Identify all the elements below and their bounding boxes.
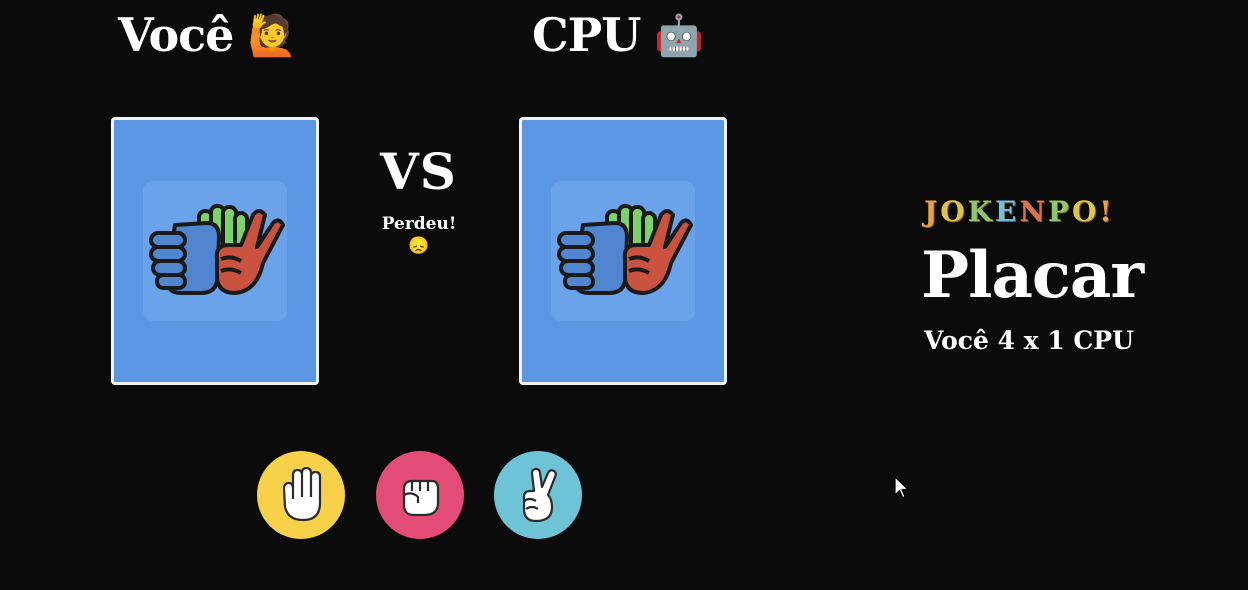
cpu-card-inner	[551, 181, 695, 321]
player-card	[111, 117, 319, 385]
logo-letter: N	[1019, 195, 1048, 228]
logo-letter: E	[994, 195, 1020, 228]
result-text: Perdeu!	[381, 214, 457, 234]
logo-letter: !	[1099, 195, 1115, 228]
logo-letter: J	[924, 195, 941, 228]
victory-hand-icon	[522, 467, 557, 523]
scoreboard-title: Placar	[921, 238, 1144, 313]
score-text: Você 4 x 1 CPU	[924, 326, 1134, 355]
logo-letter: O	[940, 195, 968, 228]
rock-paper-scissors-icon	[149, 204, 285, 295]
cpu-title: CPU 🤖	[532, 8, 704, 62]
player-name: Você	[118, 8, 234, 62]
logo-letter: K	[967, 195, 995, 228]
rock-paper-scissors-icon	[557, 204, 693, 295]
scissors-button[interactable]	[494, 451, 582, 539]
open-hand-icon	[282, 467, 322, 522]
logo-letter: P	[1047, 195, 1072, 228]
fist-icon	[402, 479, 440, 517]
player-card-inner	[143, 181, 287, 321]
result-emoji: 😞	[408, 236, 430, 256]
rock-button[interactable]	[376, 451, 464, 539]
cpu-card	[519, 117, 727, 385]
logo-letter: O	[1071, 195, 1100, 228]
round-result: Perdeu! 😞	[378, 214, 460, 256]
player-emoji: 🙋	[247, 11, 297, 59]
paper-button[interactable]	[257, 451, 345, 539]
player-title: Você 🙋	[118, 8, 297, 62]
cpu-emoji: 🤖	[654, 11, 704, 59]
cpu-name: CPU	[532, 8, 641, 62]
jokenpo-logo: JOKENPO!	[924, 195, 1115, 228]
versus-label: VS	[380, 142, 457, 201]
mouse-cursor-icon	[894, 476, 909, 499]
